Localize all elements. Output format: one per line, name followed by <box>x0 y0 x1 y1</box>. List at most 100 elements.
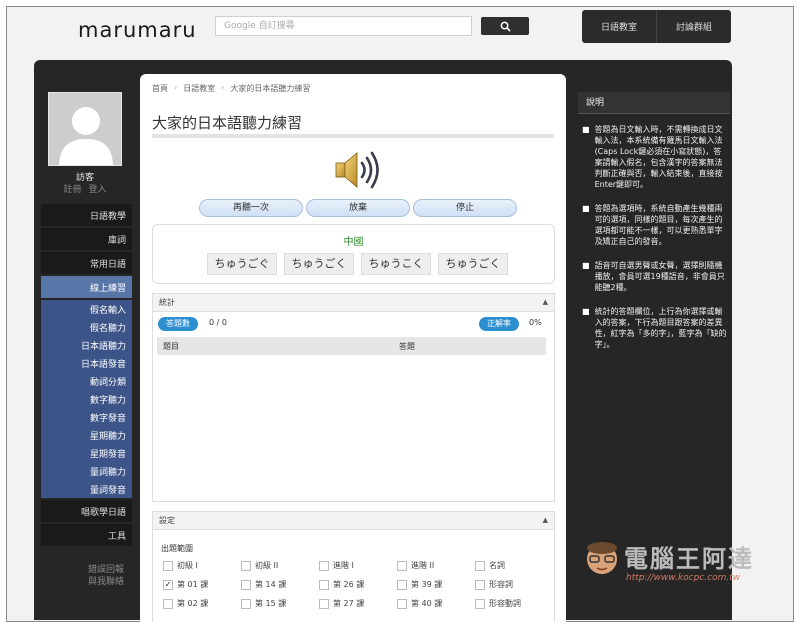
sidebar-subitem[interactable]: 數字聽力 <box>41 390 132 408</box>
watermark-text: 電腦王阿達 <box>624 545 754 573</box>
sidebar-item-sing-japanese[interactable]: 唱歌學日語 <box>41 500 132 522</box>
breadcrumb-separator-icon: › <box>174 83 178 92</box>
breadcrumb-current: 大家的日本語聽力練習 <box>230 84 311 93</box>
checkbox-icon[interactable] <box>319 579 329 590</box>
sidebar-item-common-japanese[interactable]: 常用日語 <box>41 252 132 274</box>
breadcrumb-home[interactable]: 首頁 <box>152 83 168 94</box>
breadcrumb: 首頁 › 日語教室 › 大家的日本語聽力練習 <box>152 83 310 94</box>
range-checkbox[interactable]: 名詞 <box>475 560 505 571</box>
site-logo[interactable]: marumaru <box>78 18 197 42</box>
sidebar-footer: 錯誤回報 與我聯絡 <box>40 564 130 588</box>
search-button[interactable] <box>481 17 529 35</box>
checkbox-icon[interactable] <box>319 598 329 609</box>
answer-choice[interactable]: ちゅうこく <box>361 253 431 275</box>
range-checkbox[interactable]: 進階 I <box>319 560 354 571</box>
sidebar-subitem[interactable]: 星期聽力 <box>41 426 132 444</box>
range-checkbox[interactable]: 第 02 課 <box>163 598 208 609</box>
nav-japanese-class[interactable]: 日語教室 <box>582 10 656 43</box>
nav-discussion-group[interactable]: 討論群組 <box>656 10 731 43</box>
give-up-button[interactable]: 放棄 <box>306 199 410 217</box>
breadcrumb-class[interactable]: 日語教室 <box>183 83 215 94</box>
checkbox-icon[interactable] <box>163 598 173 609</box>
sidebar-subitem[interactable]: 數字發音 <box>41 408 132 426</box>
range-checkbox-label: 進階 II <box>411 561 435 570</box>
stats-title: 統計 <box>159 298 175 307</box>
settings-panel: 設定 ▲ 出題範圍 初級 I 初級 II 進階 I 進階 II 名詞 ✓ 第 01 課第 1… <box>152 511 555 622</box>
answer-choice[interactable]: ちゅうごぐ <box>207 253 277 275</box>
error-report-link[interactable]: 錯誤回報 <box>40 564 124 576</box>
range-checkbox[interactable]: 第 26 課 <box>319 579 364 590</box>
range-label: 出題範圍 <box>161 544 193 553</box>
breadcrumb-separator-icon: › <box>221 83 225 92</box>
sidebar-subitem[interactable]: 假名輸入 <box>41 300 132 318</box>
sidebar-item-online-practice[interactable]: 線上練習 <box>41 276 132 298</box>
sidebar-subitem[interactable]: 量詞聽力 <box>41 462 132 480</box>
watermark: 電腦王阿達 http://www.kocpc.com.tw <box>578 536 788 590</box>
info-note: ■ 答題為日文輸入時，不需轉換成日文輸入法，本系統備有羅馬日文輸入法(Caps … <box>582 124 728 190</box>
checkbox-icon[interactable] <box>319 560 329 571</box>
checkbox-icon[interactable] <box>397 560 407 571</box>
sidebar-item-vocabulary[interactable]: 庫詞 <box>41 228 132 250</box>
range-checkbox-label: 第 39 課 <box>411 580 443 589</box>
range-checkbox[interactable]: 形容動詞 <box>475 598 521 609</box>
range-checkbox[interactable]: 第 39 課 <box>397 579 442 590</box>
range-checkbox[interactable]: 形容詞 <box>475 579 513 590</box>
sidebar-item-tools[interactable]: 工具 <box>41 524 132 546</box>
checkbox-icon[interactable] <box>397 579 407 590</box>
bullet-icon: ■ <box>582 125 590 134</box>
range-checkbox[interactable]: ✓ 第 01 課 <box>163 579 208 590</box>
range-checkbox-label: 形容動詞 <box>489 599 521 608</box>
range-checkbox[interactable]: 進階 II <box>397 560 434 571</box>
range-checkbox[interactable]: 第 40 課 <box>397 598 442 609</box>
checkbox-icon[interactable] <box>475 598 485 609</box>
range-checkbox-label: 進階 I <box>333 561 354 570</box>
checkbox-icon[interactable] <box>241 560 251 571</box>
sidebar-subitem[interactable]: 日本語發音 <box>41 354 132 372</box>
speaker-icon[interactable] <box>333 148 381 192</box>
collapse-caret-icon[interactable]: ▲ <box>543 294 548 311</box>
checkbox-icon[interactable] <box>241 598 251 609</box>
answer-choice[interactable]: ちゅうごく <box>284 253 354 275</box>
checkbox-icon[interactable] <box>475 579 485 590</box>
column-question: 題目 <box>163 342 179 351</box>
range-checkbox[interactable]: 第 14 課 <box>241 579 286 590</box>
range-checkbox[interactable]: 初級 II <box>241 560 278 571</box>
info-note-text: 語音可自選男聲或女聲，選擇則隨機播放，會員可選19種語音，非會員只能聽2種。 <box>594 261 725 292</box>
stats-panel: 統計 ▲ 答題數 0 / 0 正解率 0% 題目 答題 <box>152 293 555 502</box>
range-checkbox[interactable]: 第 15 課 <box>241 598 286 609</box>
answer-box: 中國 ちゅうごぐ ちゅうごく ちゅうこく ちゅうごく <box>152 224 555 284</box>
register-link[interactable]: 註冊 <box>64 185 82 195</box>
search-input[interactable]: Google 自訂搜尋 <box>215 16 472 36</box>
contact-link[interactable]: 與我聯絡 <box>40 576 124 588</box>
sidebar-subitem[interactable]: 日本語聽力 <box>41 336 132 354</box>
range-checkbox-label: 第 40 課 <box>411 599 443 608</box>
info-note-text: 答題為選項時，系統自動產生幾種兩可的選項，同樣的題目，每次產生的選項都可能不一樣… <box>594 204 723 246</box>
stop-button[interactable]: 停止 <box>413 199 517 217</box>
stats-panel-header[interactable]: 統計 ▲ <box>153 294 554 312</box>
checkbox-icon[interactable] <box>241 579 251 590</box>
answer-count-badge: 答題數 <box>158 317 198 331</box>
collapse-caret-icon[interactable]: ▲ <box>543 512 548 529</box>
watermark-url: http://www.kocpc.com.tw <box>626 573 741 583</box>
sidebar-subitem[interactable]: 星期發音 <box>41 444 132 462</box>
checkbox-icon[interactable] <box>163 560 173 571</box>
range-checkbox-label: 第 02 課 <box>177 599 209 608</box>
checkbox-checked-icon[interactable]: ✓ <box>163 579 173 590</box>
login-link[interactable]: 登入 <box>88 185 106 195</box>
settings-panel-header[interactable]: 設定 ▲ <box>153 512 554 530</box>
range-checkbox[interactable]: 初級 I <box>163 560 198 571</box>
answer-choice[interactable]: ちゅうごく <box>438 253 508 275</box>
stats-table-header: 題目 答題 <box>157 337 546 355</box>
checkbox-icon[interactable] <box>397 598 407 609</box>
range-checkbox-label: 形容詞 <box>489 580 513 589</box>
checkbox-icon[interactable] <box>475 560 485 571</box>
replay-button[interactable]: 再聽一次 <box>199 199 303 217</box>
sidebar-subitem[interactable]: 假名聽力 <box>41 318 132 336</box>
sidebar-item-japanese-teaching[interactable]: 日語教學 <box>41 204 132 226</box>
range-checkbox[interactable]: 第 27 課 <box>319 598 364 609</box>
accuracy-value: 0% <box>529 318 542 327</box>
info-note-text: 統計的答題欄位，上行為你選擇或輸入的答案，下行為題目跟答案的差異性，紅字為「多的… <box>594 307 727 349</box>
range-checkbox-label: 第 27 課 <box>333 599 365 608</box>
sidebar-subitem[interactable]: 動詞分類 <box>41 372 132 390</box>
sidebar-subitem[interactable]: 量詞發音 <box>41 480 132 498</box>
